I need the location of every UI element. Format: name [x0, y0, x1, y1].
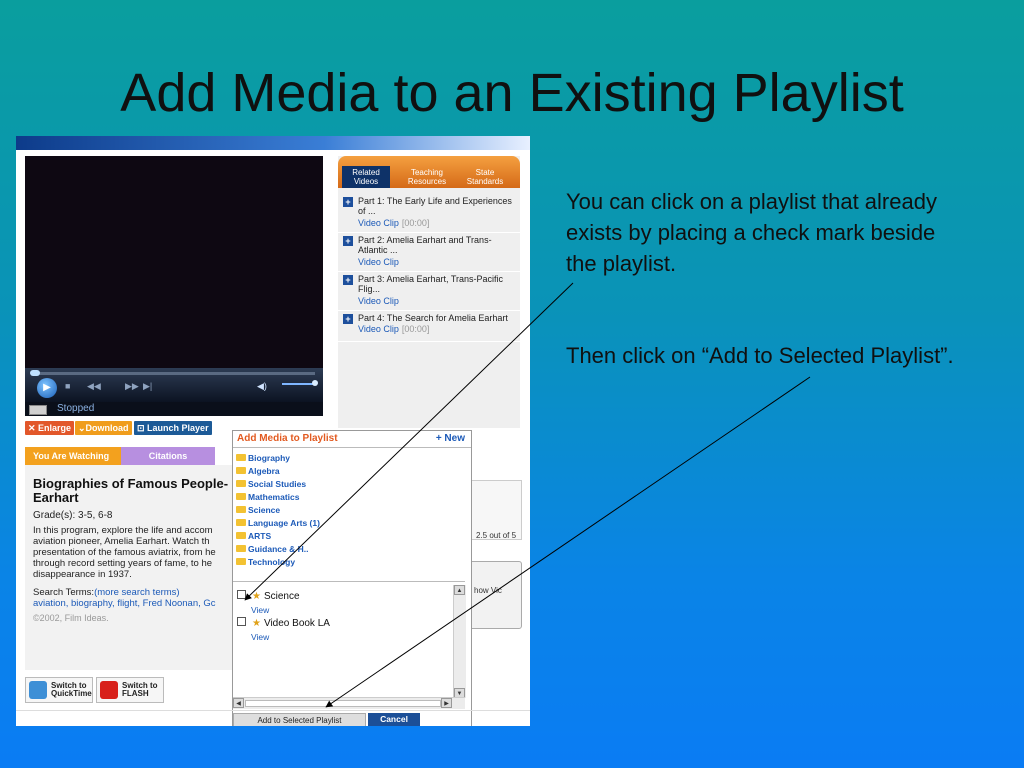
status-icon [29, 405, 47, 415]
tab-citations[interactable]: Citations [121, 447, 215, 465]
category-guidance[interactable]: Guidance & H.. [236, 544, 308, 554]
dialog-title: Add Media to Playlist [237, 433, 338, 444]
playlist-checkbox[interactable] [237, 590, 246, 599]
plus-icon[interactable]: + [343, 275, 353, 285]
folder-icon [236, 532, 246, 539]
related-panel: Related Videos Teaching Resources State … [338, 156, 520, 428]
rewind-icon[interactable]: ◀◀ [87, 381, 101, 392]
scroll-thumb[interactable] [245, 700, 441, 707]
folder-icon [236, 493, 246, 500]
flash-icon [100, 681, 118, 699]
plus-icon[interactable]: + [343, 236, 353, 246]
video-info: Biographies of Famous People-Earhart Gra… [25, 465, 235, 670]
header-strip [16, 136, 530, 150]
switch-flash-button[interactable]: Switch to FLASH [96, 677, 164, 703]
category-technology[interactable]: Technology [236, 557, 295, 567]
forward-icon[interactable]: ▶▶ [125, 381, 139, 392]
add-to-selected-playlist-button[interactable]: Add to Selected Playlist [233, 713, 366, 726]
seek-knob[interactable] [30, 370, 40, 376]
vertical-scrollbar[interactable]: ▲ ▼ [453, 585, 466, 698]
playlist-list: ★ Science View ★ Video Book LA View [233, 581, 465, 708]
scroll-right-icon[interactable]: ▶ [441, 698, 452, 708]
dialog-header: Add Media to Playlist + New [233, 431, 471, 448]
info-tabs: You Are Watching Citations [25, 447, 215, 465]
playlist-star-icon: ★ [252, 618, 261, 629]
plus-icon[interactable]: + [343, 314, 353, 324]
enlarge-button[interactable]: ✕ Enlarge [25, 421, 75, 435]
switch-quicktime-button[interactable]: Switch to QuickTime [25, 677, 93, 703]
slide-title: Add Media to an Existing Playlist [120, 63, 904, 123]
list-item[interactable]: + Part 2: Amelia Earhart and Trans-Atlan… [338, 233, 520, 272]
next-icon[interactable]: ▶| [143, 381, 152, 392]
grade-text: Grade(s): 3-5, 6-8 [33, 510, 113, 521]
show-video-button[interactable] [464, 561, 522, 629]
rating-text: 2.5 out of 5 [476, 531, 517, 540]
view-link[interactable]: View [251, 605, 269, 615]
category-algebra[interactable]: Algebra [236, 466, 280, 476]
folder-icon [236, 467, 246, 474]
category-social-studies[interactable]: Social Studies [236, 479, 306, 489]
playlist-star-icon: ★ [252, 591, 261, 602]
instruction-note-2: Then click on “Add to Selected Playlist”… [566, 343, 954, 368]
folder-icon [236, 558, 246, 565]
playlist-row-science[interactable]: ★ Science [237, 590, 300, 602]
playlist-row-video-book[interactable]: ★ Video Book LA [237, 617, 330, 629]
view-link[interactable]: View [251, 632, 269, 642]
category-arts[interactable]: ARTS [236, 531, 271, 541]
video-title: Biographies of Famous People-Earhart [33, 476, 229, 505]
divider [16, 710, 530, 711]
volume-slider[interactable] [282, 383, 314, 385]
tab-you-are-watching[interactable]: You Are Watching [25, 447, 121, 465]
list-item[interactable]: + Part 1: The Early Life and Experiences… [338, 194, 520, 233]
stop-icon[interactable]: ■ [65, 381, 70, 391]
volume-knob[interactable] [312, 380, 318, 386]
category-language-arts[interactable]: Language Arts (1) [236, 518, 320, 528]
folder-icon [236, 480, 246, 487]
related-tabs: Related Videos Teaching Resources State … [338, 156, 520, 188]
seek-bar[interactable] [33, 372, 315, 375]
copyright: ©2002, Film Ideas. [33, 613, 109, 623]
tab-teaching-resources[interactable]: Teaching Resources [400, 168, 454, 188]
instruction-note-1: You can click on a playlist that already… [566, 189, 937, 276]
scroll-up-icon[interactable]: ▲ [454, 585, 465, 595]
horizontal-scrollbar[interactable]: ◀ ▶ [233, 697, 465, 709]
status-text: Stopped [57, 403, 95, 414]
more-terms-link[interactable]: (more search terms) [94, 587, 180, 598]
folder-icon [236, 454, 246, 461]
folder-icon [236, 545, 246, 552]
playlist-checkbox[interactable] [237, 617, 246, 626]
list-item[interactable]: + Part 3: Amelia Earhart, Trans-Pacific … [338, 272, 520, 311]
quicktime-icon [29, 681, 47, 699]
new-playlist-button[interactable]: + New [436, 433, 465, 444]
terms-links[interactable]: aviation, biography, flight, Fred Noonan… [33, 598, 216, 609]
video-area[interactable] [25, 156, 323, 368]
scroll-left-icon[interactable]: ◀ [233, 698, 244, 708]
plus-icon[interactable]: + [343, 197, 353, 207]
category-mathematics[interactable]: Mathematics [236, 492, 300, 502]
status-bar: Stopped [25, 402, 323, 416]
tab-state-standards[interactable]: State Standards [458, 168, 512, 188]
player-controls: ▶ ■ ◀◀ ▶▶ ▶| ◀) [25, 368, 323, 402]
category-biography[interactable]: Biography [236, 453, 290, 463]
folder-icon [236, 519, 246, 526]
folder-icon [236, 506, 246, 513]
tab-related-videos[interactable]: Related Videos [342, 166, 390, 188]
download-button[interactable]: ⌄Download [75, 421, 132, 435]
list-item[interactable]: + Part 4: The Search for Amelia Earhart … [338, 311, 520, 342]
add-media-dialog: Add Media to Playlist + New Biography Al… [232, 430, 472, 726]
play-icon[interactable]: ▶ [37, 378, 57, 398]
cancel-button[interactable]: Cancel [368, 713, 420, 726]
show-video-label: how Vic [474, 586, 502, 595]
volume-icon[interactable]: ◀) [257, 381, 267, 392]
search-terms: Search Terms:(more search terms) aviatio… [33, 587, 216, 609]
screenshot-panel: ▶ ■ ◀◀ ▶▶ ▶| ◀) Stopped ✕ Enlarge ⌄Downl… [16, 136, 530, 726]
launch-player-button[interactable]: ⊡ Launch Player [134, 421, 212, 435]
category-science[interactable]: Science [236, 505, 280, 515]
video-description: In this program, explore the life and ac… [33, 525, 216, 580]
